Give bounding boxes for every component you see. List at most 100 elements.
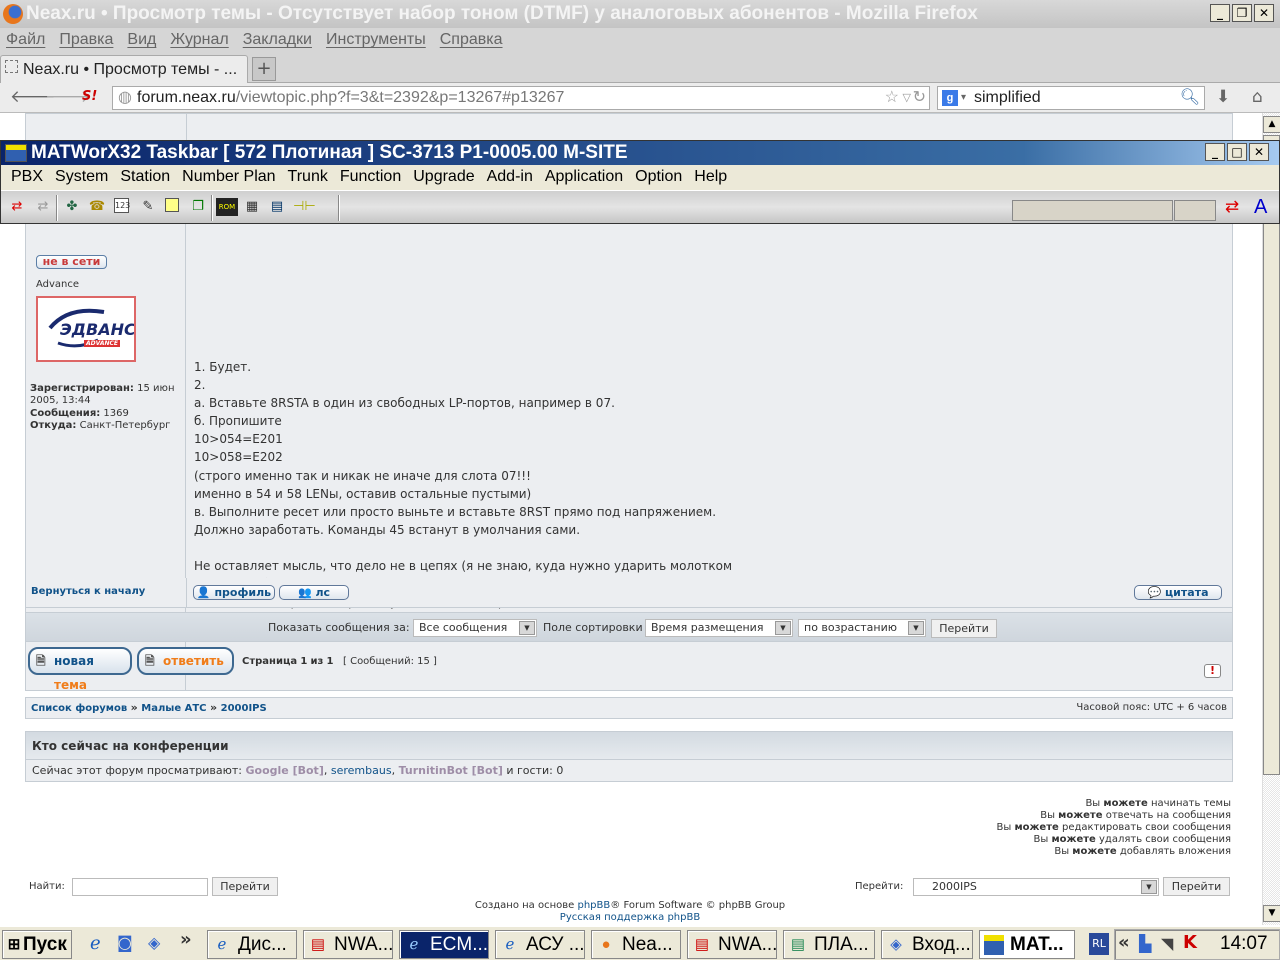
- taskbar-item[interactable]: ▤ NWA...: [687, 930, 777, 959]
- menu-history[interactable]: Журнал: [170, 28, 228, 52]
- online-user[interactable]: serembaus: [331, 764, 392, 777]
- menu-system[interactable]: System: [49, 165, 114, 189]
- new-topic-button[interactable]: 🗎 новая тема: [28, 647, 132, 692]
- restore-button[interactable]: ❐: [1232, 4, 1252, 22]
- menu-function[interactable]: Function: [334, 165, 407, 189]
- taskbar-item[interactable]: ℯ ECM...: [399, 930, 489, 959]
- taskbar-item[interactable]: MAT...: [979, 930, 1075, 959]
- quote-button[interactable]: 💬 цитата: [1134, 585, 1222, 600]
- search-input[interactable]: simplified: [974, 89, 1041, 106]
- new-tab-button[interactable]: +: [252, 57, 276, 81]
- jump-go-button[interactable]: Перейти: [1163, 877, 1230, 896]
- scroll-thumb[interactable]: [1263, 135, 1280, 775]
- pen-icon[interactable]: ✎: [139, 198, 157, 216]
- taskbar-item[interactable]: ▤ NWA...: [303, 930, 393, 959]
- grid-icon[interactable]: ▦: [243, 198, 261, 216]
- addon-s-icon[interactable]: S!: [82, 89, 97, 104]
- taskbar-item[interactable]: ℯ АСУ ...: [495, 930, 585, 959]
- perm-can: можете: [1103, 798, 1148, 809]
- start-button[interactable]: ⊞ Пуск: [2, 930, 72, 959]
- pdf-icon: ▤: [694, 936, 710, 953]
- jump-select[interactable]: 2000IPS ▼: [913, 878, 1159, 896]
- tab-current[interactable]: Neax.ru • Просмотр темы - ...: [0, 55, 248, 83]
- menu-application[interactable]: Application: [539, 165, 629, 189]
- url-bar[interactable]: ◍ forum.neax.ru/viewtopic.php?f=3&t=2392&…: [112, 86, 930, 110]
- menu-edit[interactable]: Правка: [59, 28, 113, 52]
- author-name[interactable]: Advance: [36, 279, 79, 290]
- minimize-button[interactable]: _: [1205, 143, 1225, 161]
- menu-help[interactable]: Help: [688, 165, 733, 189]
- taskbar-item[interactable]: ▤ ПЛА...: [783, 930, 875, 959]
- network-tray-icon[interactable]: ▙: [1139, 934, 1151, 953]
- quicklaunch-icon[interactable]: ◈: [148, 933, 160, 952]
- minimize-button[interactable]: _: [1210, 4, 1230, 22]
- bookmark-star-icon[interactable]: ☆: [885, 87, 899, 109]
- search-go-button[interactable]: Перейти: [212, 877, 278, 896]
- back-to-top-link[interactable]: Вернуться к началу: [31, 586, 145, 597]
- connection-status-icon[interactable]: ⇄: [1223, 198, 1241, 216]
- google-icon[interactable]: g: [942, 90, 958, 106]
- online-user[interactable]: Google [Bot]: [246, 764, 324, 777]
- menu-trunk[interactable]: Trunk: [282, 165, 334, 189]
- quicklaunch-more-icon[interactable]: »: [180, 929, 192, 950]
- report-icon[interactable]: !: [1204, 664, 1221, 678]
- dropdown-icon[interactable]: ▽: [903, 87, 911, 109]
- breadcrumb-forums[interactable]: Список форумов: [31, 703, 127, 714]
- breadcrumb-small-pbx[interactable]: Малые АТС: [141, 703, 206, 714]
- numbers-icon[interactable]: 123: [114, 198, 130, 213]
- breadcrumb-2000ips[interactable]: 2000IPS: [221, 703, 267, 714]
- taskbar-item[interactable]: ℯ Дис...: [207, 930, 297, 959]
- menu-tools[interactable]: Инструменты: [326, 28, 426, 52]
- page-scrollbar[interactable]: ▲ ▼: [1262, 113, 1280, 925]
- maximize-button[interactable]: □: [1227, 143, 1247, 161]
- windows-icon[interactable]: ❐: [189, 198, 207, 216]
- sort-field-select[interactable]: Время размещения ▼: [645, 619, 793, 637]
- disconnect-icon[interactable]: ⇄: [34, 198, 52, 216]
- menu-upgrade[interactable]: Upgrade: [407, 165, 480, 189]
- menu-station[interactable]: Station: [114, 165, 176, 189]
- show-posts-select[interactable]: Все сообщения ▼: [413, 619, 537, 637]
- sort-go-button[interactable]: Перейти: [931, 619, 997, 638]
- ie-quicklaunch-icon[interactable]: ℯ: [90, 933, 101, 954]
- menu-option[interactable]: Option: [629, 165, 688, 189]
- search-engine-dropdown-icon[interactable]: ▾: [961, 87, 966, 109]
- menu-help[interactable]: Справка: [440, 28, 503, 52]
- menu-bookmarks[interactable]: Закладки: [243, 28, 312, 52]
- close-button[interactable]: ✕: [1249, 143, 1269, 161]
- wireless-tray-icon[interactable]: ◥: [1161, 934, 1173, 953]
- connect-icon[interactable]: ⇄: [8, 198, 26, 216]
- tray-expand-icon[interactable]: «: [1118, 932, 1130, 953]
- menu-pbx[interactable]: PBX: [5, 165, 49, 189]
- rom-icon[interactable]: ROM: [216, 198, 238, 216]
- taskbar-item[interactable]: ◈ Вход...: [881, 930, 973, 959]
- quicklaunch-icon[interactable]: ◙: [117, 933, 133, 952]
- scroll-down-button[interactable]: ▼: [1263, 905, 1280, 922]
- language-indicator[interactable]: RL: [1089, 933, 1109, 955]
- pm-button[interactable]: 👥 лс: [279, 585, 349, 600]
- taskbar-item[interactable]: ● Nea...: [591, 930, 681, 959]
- home-icon[interactable]: ⌂: [1252, 87, 1263, 107]
- russian-support-link[interactable]: Русская поддержка phpBB: [560, 912, 700, 923]
- menu-number-plan[interactable]: Number Plan: [176, 165, 281, 189]
- scroll-up-button[interactable]: ▲: [1263, 116, 1280, 133]
- menu-file[interactable]: Файл: [6, 28, 45, 52]
- close-button[interactable]: ✕: [1254, 4, 1274, 22]
- search-magnifier-icon[interactable]: 🔍︎: [1180, 87, 1200, 109]
- sort-order-select[interactable]: по возрастанию ▼: [798, 619, 926, 637]
- capacitor-icon[interactable]: ⊣⊢: [293, 198, 316, 216]
- profile-button[interactable]: 👤 профиль: [193, 585, 275, 600]
- forum-search-input[interactable]: [72, 878, 208, 896]
- menu-view[interactable]: Вид: [127, 28, 156, 52]
- online-user[interactable]: TurnitinBot [Bot]: [399, 764, 503, 777]
- square-icon[interactable]: [165, 198, 179, 212]
- phpbb-link[interactable]: phpBB: [578, 900, 611, 911]
- download-icon[interactable]: ⬇: [1216, 87, 1230, 107]
- kaspersky-tray-icon[interactable]: K: [1183, 932, 1197, 953]
- telephone-icon[interactable]: ☎: [88, 198, 106, 216]
- menu-add-in[interactable]: Add-in: [481, 165, 539, 189]
- reload-icon[interactable]: ↻: [913, 87, 926, 109]
- reply-button[interactable]: 🗎 ответить: [137, 647, 234, 675]
- network-icon[interactable]: ✤: [63, 198, 81, 216]
- search-box[interactable]: g ▾ simplified 🔍︎: [937, 86, 1205, 110]
- list-icon[interactable]: ▤: [268, 198, 286, 216]
